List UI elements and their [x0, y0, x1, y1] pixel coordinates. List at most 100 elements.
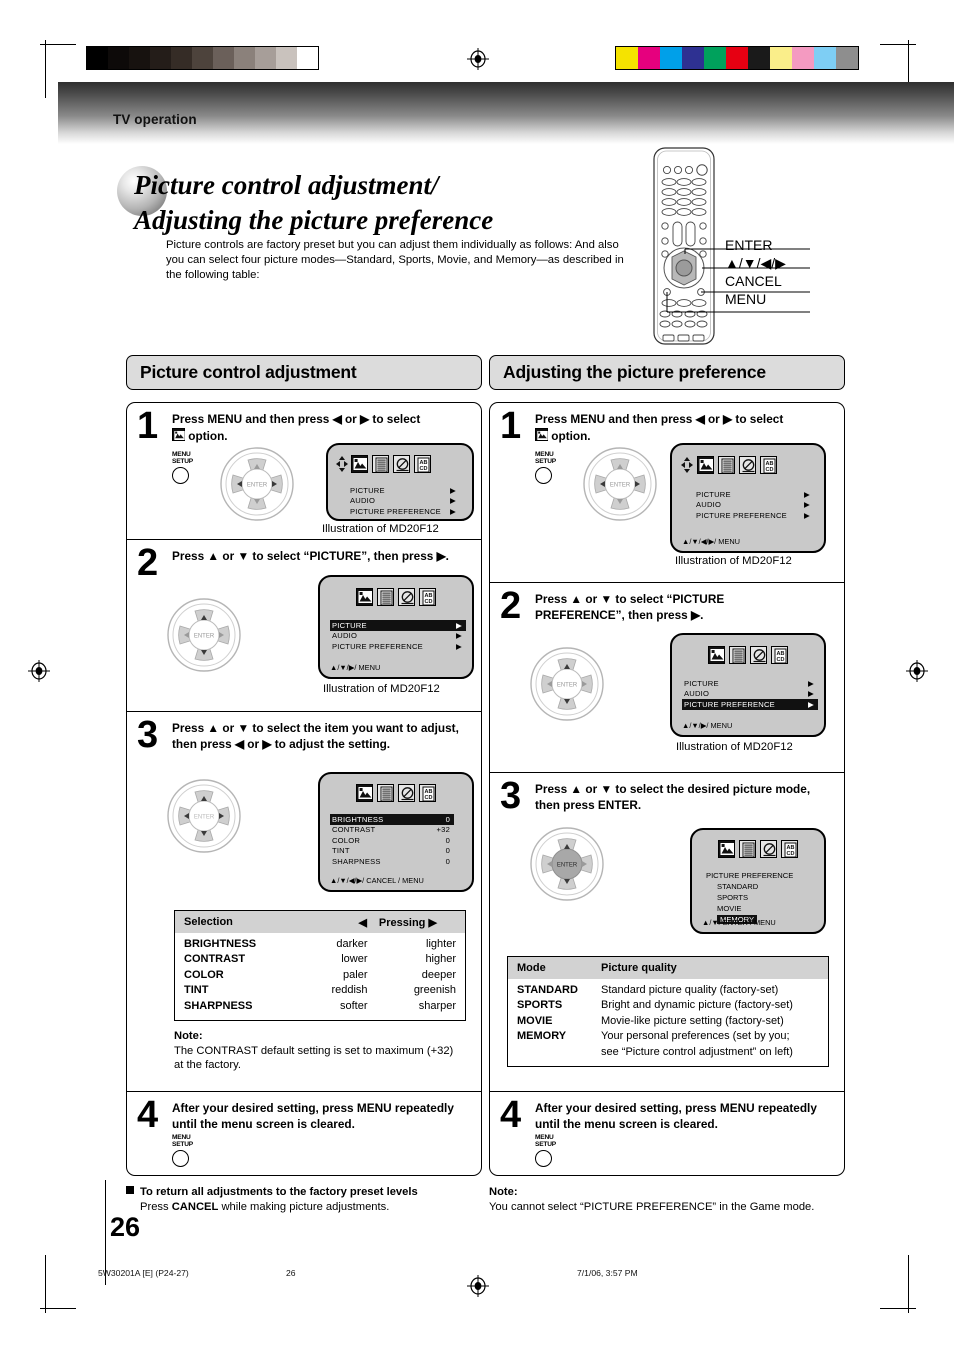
osd-icon-row: AB CD — [697, 456, 777, 474]
mode-table-body: STANDARD Standard picture quality (factor… — [508, 979, 828, 1066]
osd-hint-text: ▲/▼/◀/▶/ CANCEL / MENU — [330, 876, 424, 885]
mode-header-label: Mode — [517, 962, 546, 974]
page-number: 26 — [110, 1212, 141, 1242]
reset-note-body: Press CANCEL while making picture adjust… — [140, 1200, 390, 1213]
section-heading-left-text: Picture control adjustment — [140, 362, 357, 382]
left-step-2-osd: AB CD PICTURE ▶ AUDIO ▶ PICTURE PREFERENCE ▶… — [318, 575, 474, 679]
left-note-title: Note: — [174, 1030, 203, 1042]
osd-hint-text: ▲/▼/◀/▶/ MENU — [682, 537, 741, 546]
osd-hint-text: ▲/▼/▶/ MENU — [682, 721, 733, 730]
row-mode: MEMORY — [517, 1030, 567, 1043]
osd-audio-icon — [729, 646, 746, 664]
osd-row-label: COLOR — [332, 835, 361, 845]
calibration-swatch — [616, 47, 638, 69]
osd-row-arrow: ▶ — [807, 689, 814, 699]
osd-prohibit-icon — [398, 588, 415, 606]
osd-preference-title: PICTURE PREFERENCE — [706, 871, 794, 880]
calibration-swatch — [255, 47, 276, 69]
right-note-title: Note: — [489, 1186, 518, 1198]
right-step-1-panel: 1 Press MENU and then press ◀ or ▶ to se… — [489, 402, 845, 582]
table-row: see “Picture control adjustment” on left… — [517, 1045, 819, 1060]
osd-prohibit-icon — [739, 456, 756, 474]
menu-setup-label: MENU SETUP — [535, 451, 556, 465]
calibration-swatch — [682, 47, 704, 69]
osd-row-label: PICTURE PREFERENCE — [684, 699, 775, 709]
svg-text:ENTER: ENTER — [247, 483, 268, 489]
osd-row: AUDIO ▶ — [694, 500, 814, 511]
osd-picture-icon — [718, 840, 735, 858]
calibration-swatch — [234, 47, 255, 69]
osd-preference-item: MOVIE — [717, 904, 742, 913]
osd-row: PICTURE ▶ — [348, 485, 460, 496]
table-row: MOVIE Movie-like picture setting (factory… — [517, 1014, 819, 1029]
color-calibration-bar — [615, 46, 859, 70]
right-note: Note: You cannot select “PICTURE PREFERE… — [489, 1185, 839, 1214]
left-step-1-osd: AB CD PICTURE ▶ AUDIO ▶ PICTURE PREFERENCE ▶ — [326, 443, 474, 521]
osd-picture-icon — [697, 456, 714, 474]
osd-row: TINT 0 — [330, 846, 454, 857]
selection-table-body: BRIGHTNESS darker lighter CONTRAST lower hig… — [175, 933, 465, 1020]
crop-mark-bl-v — [45, 1255, 47, 1313]
left-step-2-caption: Illustration of MD20F12 — [323, 683, 440, 695]
osd-row-arrow: ▶ — [455, 620, 462, 630]
table-row: TINT reddish greenish — [184, 983, 456, 998]
left-step-1-dpad: ENTER — [218, 445, 296, 528]
osd-preference-list: PICTURE PREFERENCE STANDARD SPORTS MOVIE… — [706, 870, 793, 925]
osd-row-label: PICTURE — [684, 678, 719, 688]
osd-caption-icon: AB CD — [760, 456, 777, 474]
left-step-4-number: 4 — [137, 1094, 159, 1136]
svg-text:ENTER: ENTER — [557, 863, 578, 869]
right-step-4-menu-button: MENU SETUP — [535, 1134, 575, 1168]
osd-row-label: AUDIO — [696, 500, 722, 510]
osd-row-arrow: ▶ — [455, 641, 462, 651]
osd-4way-cursor-icon — [336, 456, 348, 472]
left-step-4-text: After your desired setting, press MENU r… — [172, 1101, 454, 1131]
calibration-swatch — [792, 47, 814, 69]
osd-icon-row: AB CD — [718, 840, 798, 858]
grayscale-calibration-bar — [86, 46, 319, 70]
intro-paragraph: Picture controls are factory preset but … — [166, 239, 624, 282]
table-row: COLOR paler deeper — [184, 968, 456, 983]
left-step-3-osd: AB CD BRIGHTNESS 0 CONTRAST +32 COLOR 0 TINT… — [318, 772, 474, 892]
osd-row-selected: PICTURE PREFERENCE ▶ — [682, 699, 818, 710]
osd-row-arrow: ▶ — [449, 506, 456, 516]
left-note: Note: The CONTRAST default setting is se… — [174, 1029, 464, 1073]
osd-prohibit-icon — [750, 646, 767, 664]
row-quality: Your personal preferences (set by you; — [601, 1030, 790, 1043]
row-right-effect: deeper — [421, 968, 457, 981]
osd-row-label: CONTRAST — [332, 825, 376, 835]
calibration-swatch — [770, 47, 792, 69]
left-reset-note: To return all adjustments to the factory… — [126, 1185, 486, 1214]
footer-folio: 26 — [286, 1268, 296, 1278]
reset-note-heading: To return all adjustments to the factory… — [126, 1186, 418, 1198]
registration-mark-bottom — [467, 1275, 489, 1297]
osd-row: AUDIO ▶ — [330, 631, 466, 642]
right-step-3-number: 3 — [500, 775, 522, 817]
row-quality: Standard picture quality (factory-set) — [601, 984, 779, 996]
row-right-effect: greenish — [413, 984, 457, 997]
calibration-swatch — [192, 47, 213, 69]
right-step-1-caption: Illustration of MD20F12 — [675, 555, 792, 567]
osd-row: CONTRAST +32 — [330, 825, 454, 836]
osd-prohibit-icon — [393, 455, 410, 473]
svg-text:CD: CD — [420, 466, 428, 472]
osd-row-label: PICTURE PREFERENCE — [350, 506, 441, 516]
left-step-2-dpad: ENTER — [165, 596, 243, 679]
osd-row: COLOR 0 — [330, 835, 454, 846]
calibration-swatch — [638, 47, 660, 69]
remote-control-illustration — [636, 146, 954, 346]
osd-row: PICTURE PREFERENCE ▶ — [330, 641, 466, 652]
osd-row-value: 0 — [445, 814, 450, 824]
right-step-3-dpad: ENTER — [528, 825, 606, 908]
osd-row-value: 0 — [445, 856, 450, 866]
right-step-2-dpad: ENTER — [528, 645, 606, 728]
osd-row-arrow: ▶ — [807, 699, 814, 709]
left-step-1-menu-button: MENU SETUP — [172, 451, 212, 485]
osd-row-label: AUDIO — [332, 631, 358, 641]
row-quality: Movie-like picture setting (factory-set) — [601, 1014, 784, 1027]
osd-row-selected: BRIGHTNESS 0 — [330, 814, 454, 825]
osd-caption-icon: AB CD — [419, 784, 436, 802]
row-mode: MOVIE — [517, 1014, 553, 1027]
remote-callout-labels: ENTER ▲/▼/◀/▶ CANCEL MENU — [725, 236, 786, 308]
osd-icon-row: AB CD — [351, 455, 431, 473]
